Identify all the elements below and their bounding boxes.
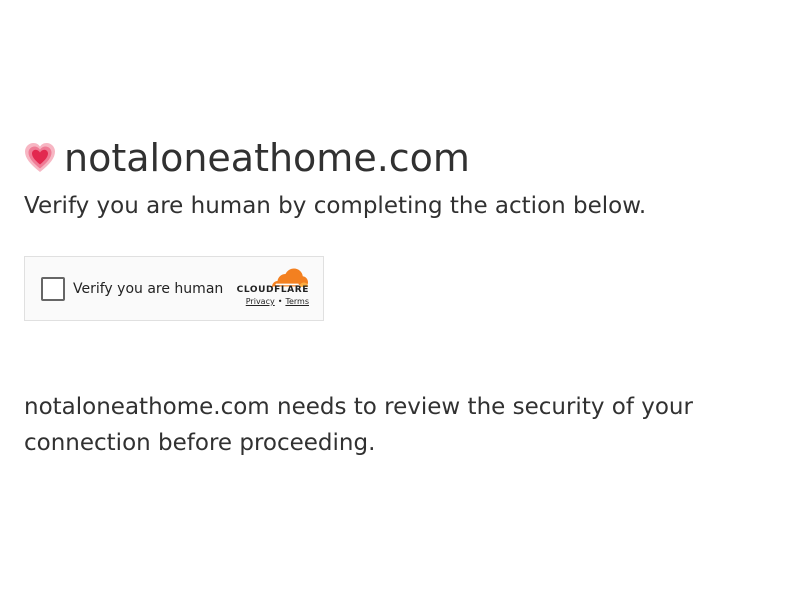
terms-link[interactable]: Terms	[285, 297, 309, 306]
privacy-link[interactable]: Privacy	[246, 297, 275, 306]
verify-heading: Verify you are human by completing the a…	[24, 193, 647, 219]
cloudflare-brand: CLOUDFLARE Privacy • Terms	[233, 268, 309, 310]
site-title: notaloneathome.com	[64, 136, 470, 180]
site-header: notaloneathome.com	[24, 134, 470, 182]
turnstile-widget: Verify you are human CLOUDFLARE Privacy •…	[24, 256, 324, 321]
link-separator: •	[277, 297, 283, 306]
security-note: notaloneathome.com needs to review the s…	[24, 394, 693, 456]
verify-checkbox-label[interactable]: Verify you are human	[73, 279, 223, 299]
cloudflare-wordmark: CLOUDFLARE	[236, 285, 309, 295]
heart-icon	[25, 143, 55, 172]
verify-checkbox[interactable]	[41, 277, 65, 301]
turnstile-footer-links: Privacy • Terms	[246, 297, 309, 306]
